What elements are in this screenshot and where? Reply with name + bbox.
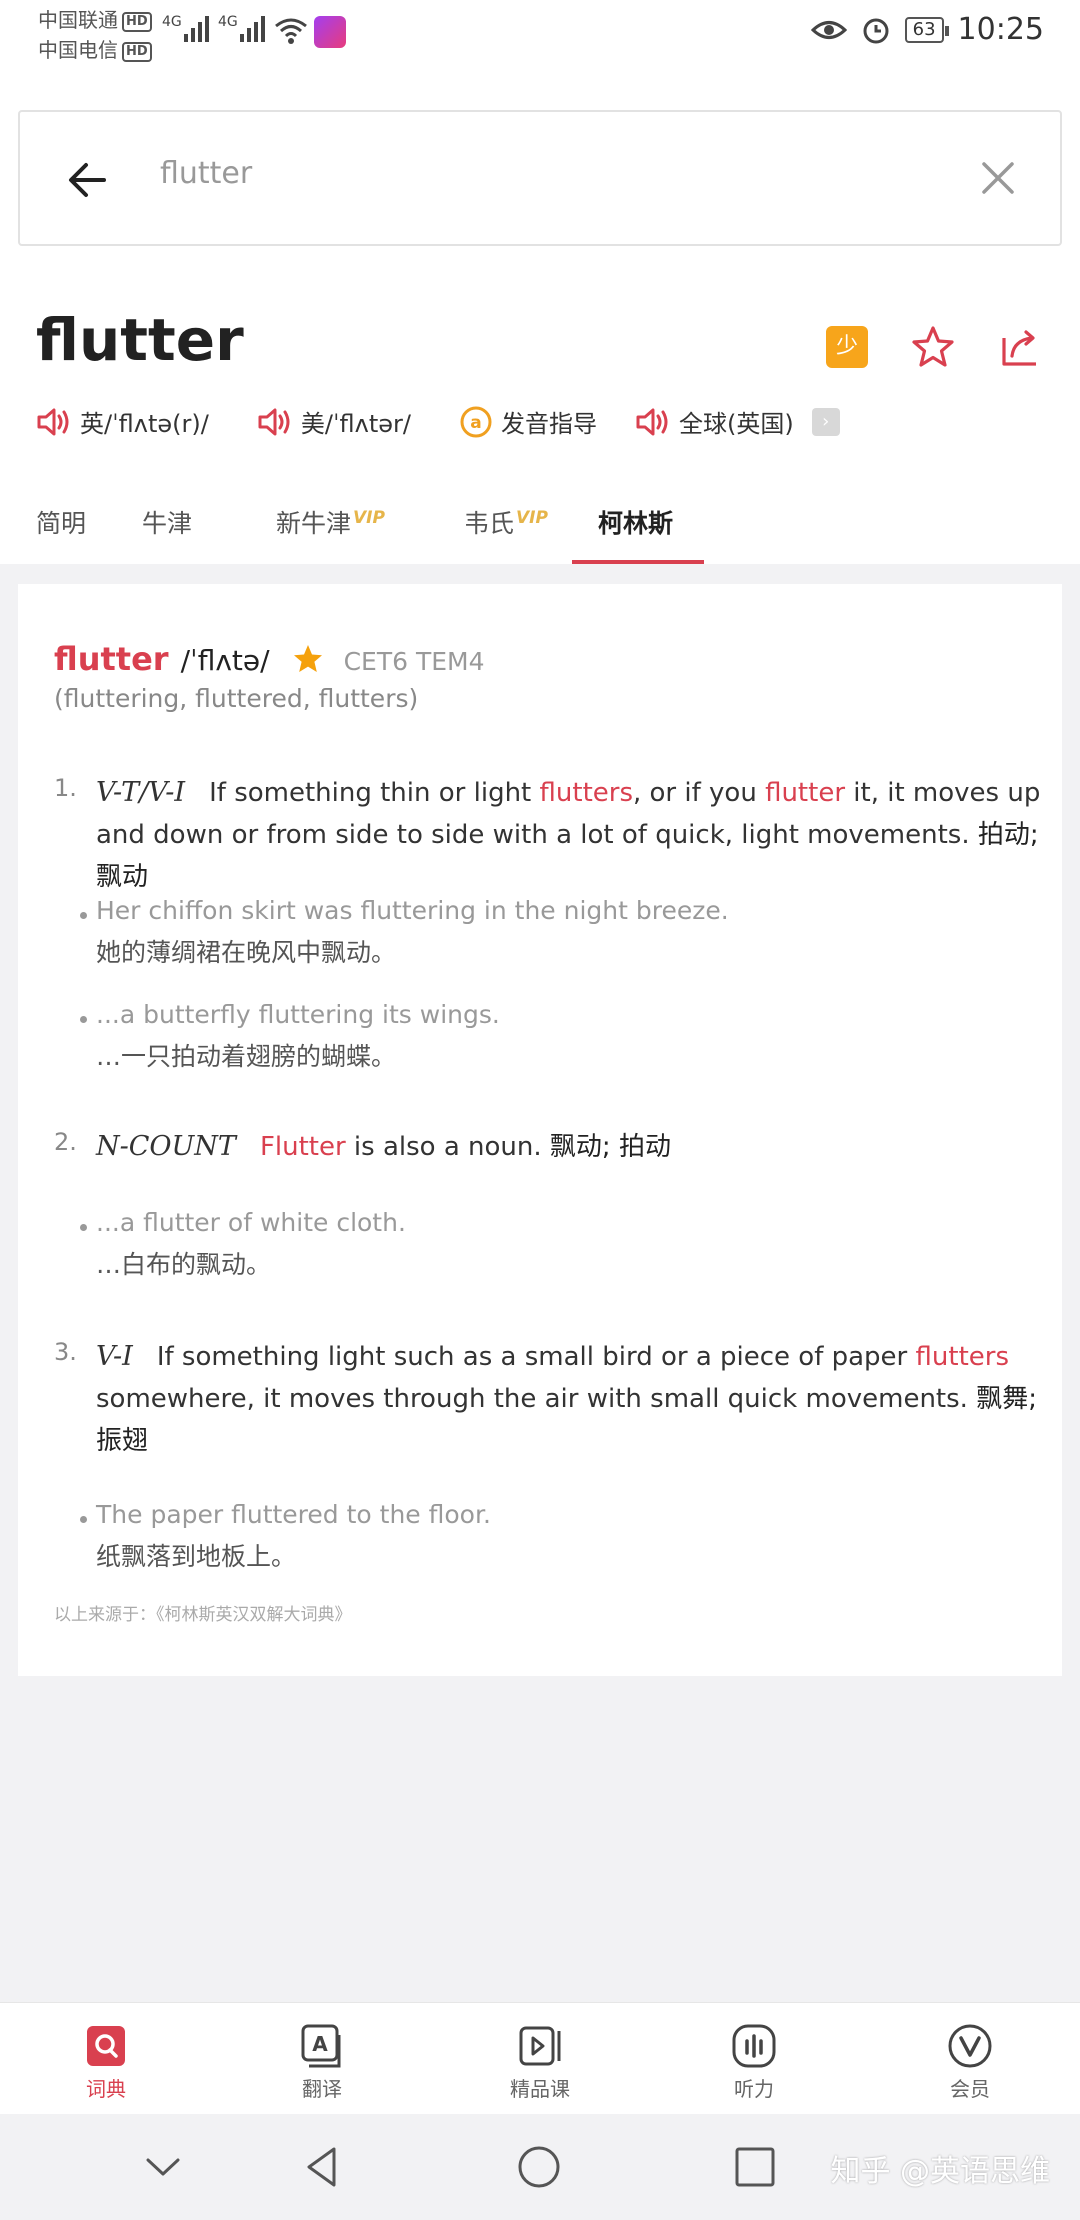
home-circle-icon[interactable] xyxy=(516,2144,562,2190)
watermark: 知乎 @英语思维 xyxy=(830,2154,1050,2189)
pronunciation-guide-icon[interactable]: a xyxy=(459,405,493,439)
signal-icon-1 xyxy=(184,14,209,42)
pronunciation-row: 英/ˈflʌtə(r)/ 美/ˈflʌtər/ a 发音指导 全球(英国) › xyxy=(36,404,840,439)
example-sentence: ...a flutter of white cloth. …白布的飘动。 xyxy=(80,1202,1016,1286)
grammar-label: V-T/V-I xyxy=(96,777,186,808)
favorite-star-icon[interactable] xyxy=(910,324,956,370)
sense-2: 2. N-COUNT Flutter is also a noun. 飘动; 拍动 xyxy=(54,1126,1044,1168)
dictionary-tabs: 简明 牛津 新牛津 VIP 韦氏 VIP 柯林斯 xyxy=(0,484,1080,564)
word-header-area: flutter flutter 少 英/ˈflʌtə(r)/ 美/ˈflʌtər… xyxy=(0,64,1080,564)
sense-definition: V-I If something light such as a small bi… xyxy=(96,1341,1037,1456)
sense-definition: N-COUNT Flutter is also a noun. 飘动; 拍动 xyxy=(96,1131,671,1162)
recents-square-icon[interactable] xyxy=(732,2144,778,2190)
carrier-1: 中国联通 HD xyxy=(38,4,152,33)
tab-webster[interactable]: 韦氏 VIP xyxy=(464,504,548,540)
nav-translate[interactable]: A 翻译 xyxy=(262,2023,382,2102)
back-triangle-icon[interactable] xyxy=(300,2144,346,2190)
speaker-icon[interactable] xyxy=(257,406,293,438)
pron-uk[interactable]: 英/ˈflʌtə(r)/ xyxy=(36,404,209,439)
grammar-label: V-I xyxy=(96,1341,133,1372)
collapse-chevron-icon[interactable] xyxy=(140,2144,186,2190)
tab-new-oxford[interactable]: 新牛津 VIP xyxy=(276,504,385,540)
headword: flutter xyxy=(36,306,244,374)
entry-header: flutter /ˈflʌtə/ CET6 TEM4 xyxy=(54,640,484,678)
share-icon[interactable] xyxy=(998,324,1044,370)
entry-word: flutter xyxy=(54,640,169,678)
frequency-star-icon xyxy=(293,645,322,672)
source-note: 以上来源于：《柯林斯英汉双解大词典》 xyxy=(54,1605,352,1625)
back-arrow-icon[interactable] xyxy=(60,152,116,208)
vip-badge: VIP xyxy=(516,507,548,528)
bottom-navigation: 词典 A 翻译 精品课 听力 会员 xyxy=(0,2002,1080,2114)
eye-comfort-icon xyxy=(810,20,847,39)
pron-global[interactable]: 全球(英国) xyxy=(635,404,794,439)
nav-vip[interactable]: 会员 xyxy=(910,2023,1030,2102)
speaker-icon[interactable] xyxy=(36,406,72,438)
clock: 10:25 xyxy=(957,12,1044,47)
alarm-icon xyxy=(863,18,889,43)
entry-phonetic: /ˈflʌtə/ xyxy=(180,644,270,677)
exam-level: CET6 TEM4 xyxy=(343,647,485,676)
clear-icon[interactable] xyxy=(976,156,1020,200)
search-input[interactable]: flutter xyxy=(160,156,252,191)
translate-icon: A xyxy=(301,2024,341,2068)
chevron-right-icon[interactable]: › xyxy=(811,407,840,436)
signal-icon-2 xyxy=(240,14,265,42)
tab-simple[interactable]: 简明 xyxy=(36,504,86,540)
sense-1: 1. V-T/V-I If something thin or light flu… xyxy=(54,772,1044,898)
course-icon xyxy=(519,2026,561,2066)
nav-dictionary[interactable]: 词典 xyxy=(46,2023,166,2102)
nav-listening[interactable]: 听力 xyxy=(694,2023,814,2102)
status-bar: 中国联通 HD 中国电信 HD 4G 4G 63 10:25 xyxy=(0,0,1080,64)
tab-oxford[interactable]: 牛津 xyxy=(142,504,192,540)
network-type-2: 4G xyxy=(218,14,238,30)
example-sentence: ...a butterfly fluttering its wings. …一只… xyxy=(80,994,1016,1078)
app-notification-icon xyxy=(314,16,346,48)
search-bar[interactable]: flutter xyxy=(18,110,1062,246)
battery-indicator: 63 xyxy=(904,16,949,43)
wifi-icon xyxy=(275,18,307,44)
youdao-icon[interactable]: 少 xyxy=(826,326,868,368)
sense-definition: V-T/V-I If something thin or light flutte… xyxy=(96,777,1041,892)
network-type-1: 4G xyxy=(162,14,182,30)
active-tab-indicator xyxy=(572,560,704,564)
collins-definition-card: flutter /ˈflʌtə/ CET6 TEM4 (fluttering, … xyxy=(18,584,1062,1676)
tab-collins[interactable]: 柯林斯 xyxy=(598,504,673,540)
example-sentence: The paper fluttered to the floor. 纸飘落到地板… xyxy=(80,1494,1016,1578)
vip-icon xyxy=(948,2024,992,2068)
listening-icon xyxy=(732,2024,776,2068)
vip-badge: VIP xyxy=(353,507,385,528)
speaker-icon[interactable] xyxy=(635,406,671,438)
dictionary-icon xyxy=(87,2026,125,2066)
system-navigation-bar: 知乎 @英语思维 xyxy=(0,2114,1080,2220)
carrier-2: 中国电信 HD xyxy=(38,34,152,63)
sense-3: 3. V-I If something light such as a small… xyxy=(54,1336,1044,1462)
example-sentence: Her chiffon skirt was fluttering in the … xyxy=(80,890,1016,974)
grammar-label: N-COUNT xyxy=(96,1131,236,1162)
word-forms: (fluttering, fluttered, flutters) xyxy=(54,684,419,713)
svg-text:a: a xyxy=(470,413,481,433)
nav-courses[interactable]: 精品课 xyxy=(480,2023,600,2102)
pron-guide[interactable]: a 发音指导 xyxy=(459,404,597,439)
svg-text:A: A xyxy=(312,2032,328,2056)
pron-us[interactable]: 美/ˈflʌtər/ xyxy=(257,404,411,439)
